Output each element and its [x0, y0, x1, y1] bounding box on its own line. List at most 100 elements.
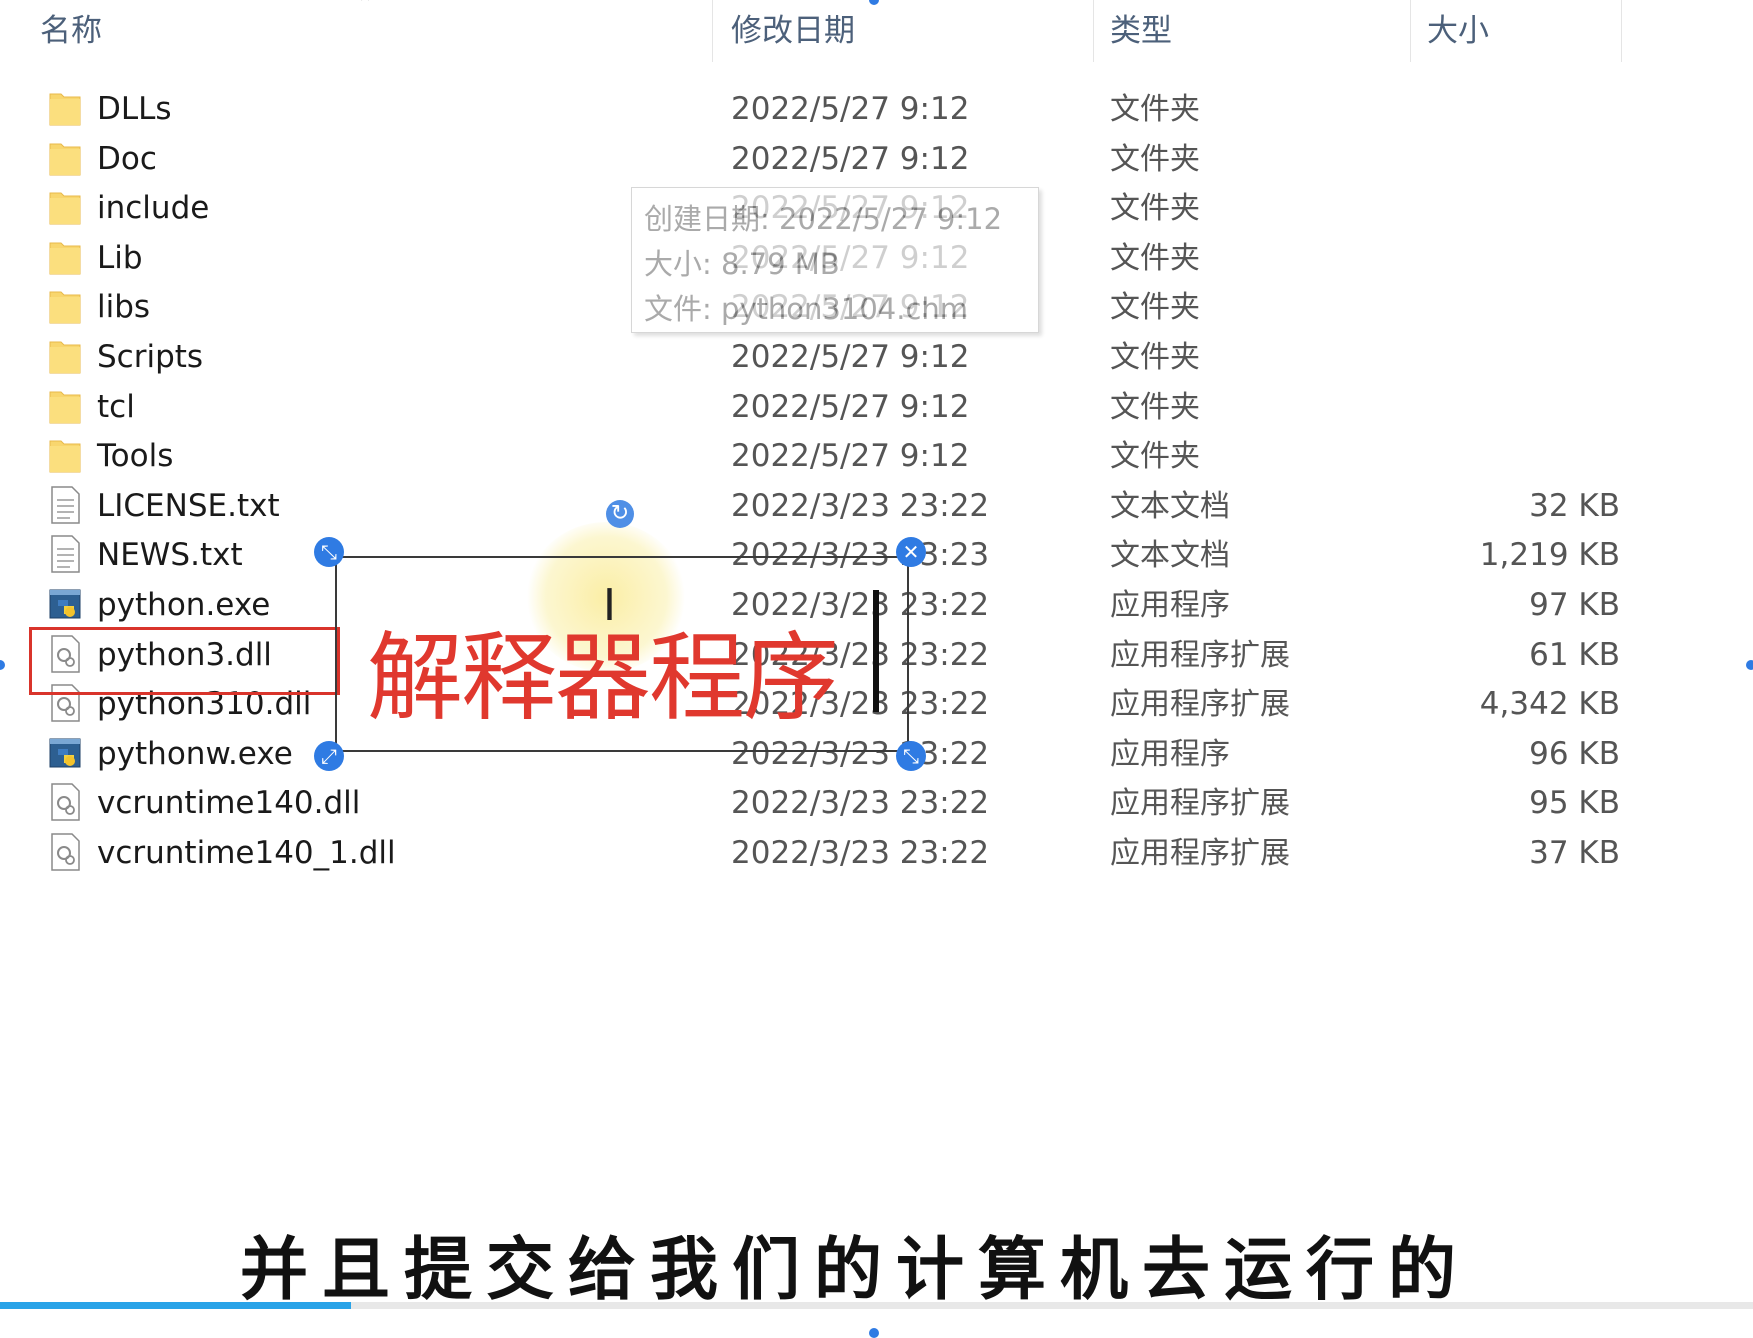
file-row[interactable]: Doc 2022/5/27 9:12 文件夹: [40, 132, 1620, 187]
folder-icon: [48, 386, 82, 426]
folder-icon: [48, 435, 82, 475]
file-name: Tools: [97, 438, 174, 475]
file-row[interactable]: tcl 2022/5/27 9:12 文件夹: [40, 380, 1620, 435]
resize-handle-icon[interactable]: ⤡: [314, 537, 344, 567]
folder-icon: [48, 336, 82, 376]
dll-file-icon: [48, 782, 82, 822]
file-name: include: [97, 190, 210, 227]
file-row[interactable]: vcruntime140_1.dll 2022/3/23 23:22 应用程序扩展 3…: [40, 826, 1620, 881]
file-modified-date: 2022/5/27 9:12: [731, 388, 970, 425]
subtitle-caption: 并且提交给我们的计算机去运行的: [240, 1231, 1471, 1310]
file-size: 97 KB: [1529, 587, 1620, 623]
file-type: 文件夹: [1110, 141, 1200, 177]
column-header: 名称 ⌃ 修改日期 类型 大小: [0, 0, 1753, 62]
tooltip-created: 创建日期: 2022/5/27 9:12: [644, 202, 1003, 236]
rotate-handle-icon[interactable]: ↻: [606, 500, 634, 528]
file-type: 文件夹: [1110, 191, 1200, 227]
file-type: 文件夹: [1110, 290, 1200, 326]
file-type: 应用程序扩展: [1110, 687, 1290, 723]
file-size: [1360, 380, 1620, 435]
file-size: [1360, 132, 1620, 187]
resize-handle-icon[interactable]: ⤡: [896, 741, 926, 771]
column-type[interactable]: 类型: [1110, 0, 1172, 62]
frame-handle[interactable]: [869, 1328, 879, 1338]
file-modified-date: 2022/5/27 9:12: [731, 91, 970, 127]
folder-icon: [48, 237, 82, 277]
highlight-rectangle: [29, 627, 340, 695]
file-size: [1360, 330, 1620, 385]
file-size: 37 KB: [1529, 835, 1620, 871]
file-row[interactable]: DLLs 2022/5/27 9:12 文件夹: [40, 82, 1620, 137]
file-name: vcruntime140_1.dll: [97, 835, 396, 871]
file-size: [1360, 429, 1620, 484]
tooltip-file: 文件: python3104.chm: [644, 292, 969, 326]
file-row[interactable]: Scripts 2022/5/27 9:12 文件夹: [40, 330, 1620, 385]
file-type: 文本文档: [1110, 488, 1230, 524]
file-name: Scripts: [97, 339, 204, 375]
annotation-label[interactable]: 解释器程序: [367, 600, 839, 739]
file-type: 文件夹: [1110, 340, 1200, 375]
folder-icon: [48, 187, 82, 227]
file-row[interactable]: Tools 2022/5/27 9:12 文件夹: [40, 429, 1620, 484]
column-divider[interactable]: [1621, 0, 1622, 62]
tooltip-size: 大小: 8.79 MB: [644, 247, 840, 281]
text-caret: [873, 590, 879, 712]
file-modified-date: 2022/3/23 23:22: [731, 487, 990, 524]
video-progress-fill: [0, 1302, 351, 1309]
file-size: [1360, 280, 1620, 335]
python-exe-icon: [48, 584, 82, 624]
folder-icon: [48, 138, 82, 178]
frame-handle[interactable]: [0, 660, 5, 670]
file-name: python.exe: [97, 587, 271, 623]
file-modified-date: 2022/5/27 9:12: [731, 140, 970, 177]
file-size: 32 KB: [1529, 487, 1620, 524]
file-name: tcl: [97, 388, 135, 425]
file-type: 应用程序扩展: [1110, 637, 1290, 673]
column-divider[interactable]: [1410, 0, 1411, 62]
resize-handle-icon[interactable]: ⤢: [314, 741, 344, 771]
file-type: 文件夹: [1110, 240, 1200, 276]
file-row[interactable]: LICENSE.txt 2022/3/23 23:22 文本文档 32 KB: [40, 479, 1620, 534]
column-size[interactable]: 大小: [1427, 0, 1489, 62]
column-name[interactable]: 名称: [40, 0, 102, 62]
file-size: [1360, 82, 1620, 137]
ibeam-cursor-icon: I: [603, 580, 616, 631]
dll-file-icon: [48, 832, 82, 872]
file-size: 96 KB: [1529, 735, 1620, 772]
file-type: 文件夹: [1110, 439, 1200, 475]
file-name: DLLs: [97, 91, 172, 127]
file-tooltip: 创建日期: 2022/5/27 9:12 大小: 8.79 MB 文件: pyt…: [631, 187, 1039, 333]
file-type: 文件夹: [1110, 389, 1200, 425]
file-type: 应用程序: [1110, 736, 1230, 772]
file-type: 文本文档: [1110, 538, 1230, 574]
file-name: Doc: [97, 140, 157, 177]
text-file-icon: [48, 485, 82, 525]
file-name: libs: [97, 289, 151, 326]
text-file-icon: [48, 534, 82, 574]
file-row[interactable]: vcruntime140.dll 2022/3/23 23:22 应用程序扩展 95 …: [40, 776, 1620, 831]
sort-ascending-icon: ⌃: [356, 0, 375, 17]
file-modified-date: 2022/5/27 9:12: [731, 339, 970, 375]
file-size: 95 KB: [1529, 785, 1620, 822]
file-type: 应用程序扩展: [1110, 786, 1290, 822]
file-modified-date: 2022/3/23 23:22: [731, 785, 990, 822]
frame-handle[interactable]: [1746, 660, 1753, 670]
file-name: pythonw.exe: [97, 735, 293, 772]
python-exe-icon: [48, 733, 82, 773]
column-divider[interactable]: [712, 0, 713, 62]
file-name: Lib: [97, 239, 143, 276]
folder-icon: [48, 88, 82, 128]
file-size: 1,219 KB: [1479, 537, 1620, 574]
file-size: [1360, 181, 1620, 236]
file-size: 4,342 KB: [1479, 686, 1620, 723]
file-modified-date: 2022/5/27 9:12: [731, 438, 970, 475]
folder-icon: [48, 286, 82, 326]
file-type: 应用程序扩展: [1110, 836, 1290, 871]
file-name: vcruntime140.dll: [97, 785, 361, 822]
column-modified[interactable]: 修改日期: [731, 0, 855, 62]
file-type: 应用程序: [1110, 588, 1230, 623]
file-name: NEWS.txt: [97, 537, 243, 574]
close-handle-icon[interactable]: ✕: [896, 537, 926, 567]
column-divider[interactable]: [1093, 0, 1094, 62]
file-size: [1360, 231, 1620, 286]
